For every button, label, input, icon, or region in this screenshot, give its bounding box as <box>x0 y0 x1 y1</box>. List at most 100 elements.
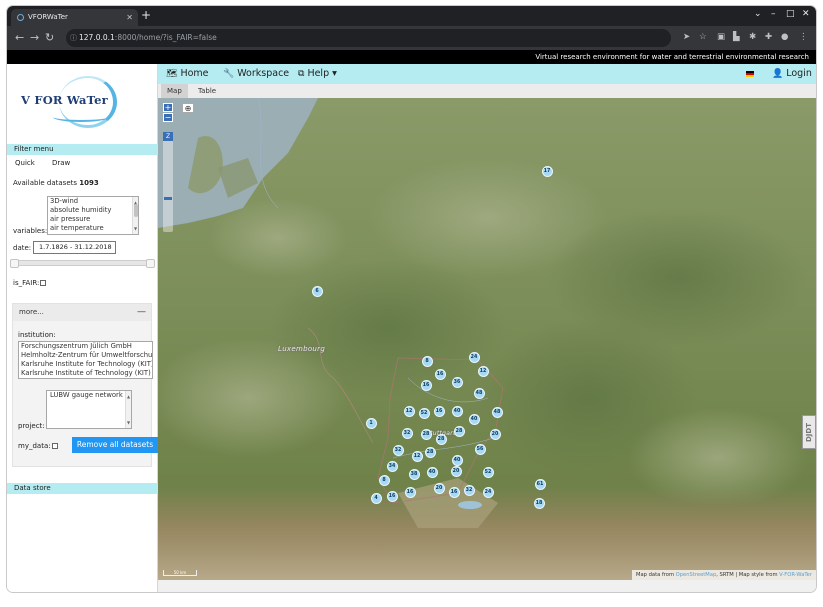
nav-help[interactable]: ⧉ Help ▾ <box>298 68 337 79</box>
dataset-cluster-marker[interactable]: 56 <box>474 443 486 455</box>
map-view[interactable]: + − ⊕ Z Luxembourg Stuttgart 17 6 24 8 1… <box>158 98 816 580</box>
institution-select[interactable]: Forschungszentrum Jülich GmbH Helmholtz-… <box>18 341 153 379</box>
attribution-vforwater-link[interactable]: V-FOR-WaTer <box>779 572 812 578</box>
variables-option[interactable]: absolute humidity <box>48 206 138 215</box>
close-tab-icon[interactable]: ✕ <box>126 9 133 26</box>
institution-option[interactable]: Karlsruhe Institute of Technology (KIT) <box>19 369 152 378</box>
dataset-cluster-marker[interactable]: 48 <box>491 406 503 418</box>
scroll-up-icon[interactable]: ▲ <box>127 392 130 401</box>
dataset-cluster-marker[interactable]: 52 <box>418 407 430 419</box>
variables-option[interactable]: 3D-wind <box>48 197 138 206</box>
date-range-input[interactable]: 1.7.1826 - 31.12.2018 <box>33 241 116 254</box>
collapse-icon[interactable]: — <box>137 304 146 321</box>
dataset-cluster-marker[interactable]: 61 <box>534 478 546 490</box>
tab-search-icon[interactable]: ⌄ <box>754 9 762 19</box>
variables-scrollbar[interactable]: ▲ ▼ <box>132 197 138 234</box>
institution-option[interactable]: Helmholtz-Zentrum für Umweltforschu <box>19 351 152 360</box>
dataset-cluster-marker[interactable]: 18 <box>533 497 545 509</box>
extension-chart-icon[interactable]: ▙ <box>733 32 740 42</box>
dataset-cluster-marker[interactable]: 6 <box>311 285 323 297</box>
dataset-cluster-marker[interactable]: 52 <box>482 466 494 478</box>
dataset-cluster-marker[interactable]: 28 <box>420 428 432 440</box>
project-select[interactable]: LUBW gauge network ▲ ▼ <box>46 390 132 429</box>
attribution-osm-link[interactable]: OpenStreetMap <box>676 572 717 578</box>
extensions-puzzle-icon[interactable]: ✚ <box>765 32 772 42</box>
dataset-cluster-marker[interactable]: 34 <box>386 460 398 472</box>
tab-table[interactable]: Table <box>192 84 222 98</box>
dataset-cluster-marker[interactable]: 24 <box>468 351 480 363</box>
new-tab-icon[interactable]: + <box>141 8 151 22</box>
project-option[interactable]: LUBW gauge network <box>47 391 131 400</box>
profile-icon[interactable]: ● <box>781 32 788 42</box>
address-bar[interactable]: ⓘ 127.0.0.1:8000/home/?is_FAIR=false <box>66 29 671 47</box>
zoom-slider[interactable]: Z <box>163 132 173 232</box>
dataset-cluster-marker[interactable]: 16 <box>420 379 432 391</box>
dataset-cluster-marker[interactable]: 32 <box>463 484 475 496</box>
dataset-cluster-marker[interactable]: 28 <box>453 425 465 437</box>
dataset-cluster-marker[interactable]: 16 <box>404 486 416 498</box>
dataset-cluster-marker[interactable]: 36 <box>451 376 463 388</box>
site-info-icon[interactable]: ⓘ <box>70 29 77 47</box>
dataset-cluster-marker[interactable]: 32 <box>401 427 413 439</box>
dataset-cluster-marker[interactable]: 28 <box>424 446 436 458</box>
browser-tab[interactable]: VFORWaTer ✕ <box>11 9 138 26</box>
dataset-cluster-marker[interactable]: 32 <box>392 444 404 456</box>
dataset-cluster-marker[interactable]: 28 <box>435 433 447 445</box>
extension-gear-icon[interactable]: ✱ <box>749 32 756 42</box>
minimize-icon[interactable]: – <box>771 9 776 19</box>
dataset-cluster-marker[interactable]: 1 <box>365 417 377 429</box>
dataset-cluster-marker[interactable]: 20 <box>450 465 462 477</box>
vforwater-logo[interactable]: V FOR WaTer <box>17 76 117 128</box>
nav-login[interactable]: 👤 Login <box>772 68 812 79</box>
dataset-cluster-marker[interactable]: 16 <box>386 490 398 502</box>
zoom-slider-thumb[interactable] <box>164 197 172 200</box>
dataset-cluster-marker[interactable]: 40 <box>451 454 463 466</box>
scroll-thumb[interactable] <box>134 204 138 217</box>
variables-option[interactable]: air pressure <box>48 215 138 224</box>
fullscreen-icon[interactable]: ⊕ <box>182 103 194 113</box>
extension-screen-icon[interactable]: ▣ <box>717 32 725 42</box>
my-data-checkbox[interactable] <box>51 443 58 449</box>
maximize-icon[interactable]: □ <box>786 9 795 19</box>
zoom-in-button[interactable]: + <box>163 103 173 112</box>
german-flag-icon[interactable] <box>746 71 754 77</box>
slider-end-handle[interactable] <box>146 259 155 268</box>
dataset-cluster-marker[interactable]: 8 <box>378 474 390 486</box>
variables-select[interactable]: 3D-wind absolute humidity air pressure a… <box>47 196 139 235</box>
dataset-cluster-marker[interactable]: 12 <box>403 405 415 417</box>
tab-quick[interactable]: Quick <box>15 159 35 167</box>
institution-option[interactable]: Forschungszentrum Jülich GmbH <box>19 342 152 351</box>
dataset-cluster-marker[interactable]: 12 <box>477 365 489 377</box>
date-range-slider[interactable] <box>10 259 155 268</box>
dataset-cluster-marker[interactable]: 17 <box>541 165 553 177</box>
zoom-out-button[interactable]: − <box>163 113 173 122</box>
dataset-cluster-marker[interactable]: 20 <box>489 428 501 440</box>
browser-menu-icon[interactable]: ⋮ <box>799 32 808 42</box>
tab-map[interactable]: Map <box>161 84 188 98</box>
nav-home[interactable]: 🗺 Home <box>166 68 209 79</box>
bookmark-star-icon[interactable]: ☆ <box>699 32 707 42</box>
zoom-to-extent-button[interactable]: Z <box>163 132 173 141</box>
variables-option[interactable]: air temperature <box>48 224 138 233</box>
dataset-cluster-marker[interactable]: 40 <box>468 413 480 425</box>
slider-start-handle[interactable] <box>10 259 19 268</box>
send-icon[interactable]: ➤ <box>683 32 690 42</box>
django-debug-toolbar-tab[interactable]: DJDT <box>802 415 816 449</box>
dataset-cluster-marker[interactable]: 40 <box>426 466 438 478</box>
dataset-cluster-marker[interactable]: 48 <box>473 387 485 399</box>
forward-icon[interactable]: → <box>30 31 39 44</box>
back-icon[interactable]: ← <box>15 31 24 44</box>
dataset-cluster-marker[interactable]: 20 <box>433 482 445 494</box>
tab-draw[interactable]: Draw <box>52 159 70 167</box>
dataset-cluster-marker[interactable]: 40 <box>451 405 463 417</box>
institution-option[interactable]: Karlsruhe Institute for Technology (KIT) <box>19 360 152 369</box>
remove-all-datasets-button[interactable]: Remove all datasets <box>72 437 158 453</box>
dataset-cluster-marker[interactable]: 24 <box>482 486 494 498</box>
nav-workspace[interactable]: 🔧 Workspace <box>223 68 289 79</box>
project-scrollbar[interactable]: ▲ ▼ <box>125 391 131 428</box>
dataset-cluster-marker[interactable]: 16 <box>448 486 460 498</box>
dataset-cluster-marker[interactable]: 8 <box>421 355 433 367</box>
more-filters-toggle[interactable]: more... — <box>13 304 151 321</box>
dataset-cluster-marker[interactable]: 4 <box>370 492 382 504</box>
is-fair-checkbox[interactable] <box>40 280 47 286</box>
